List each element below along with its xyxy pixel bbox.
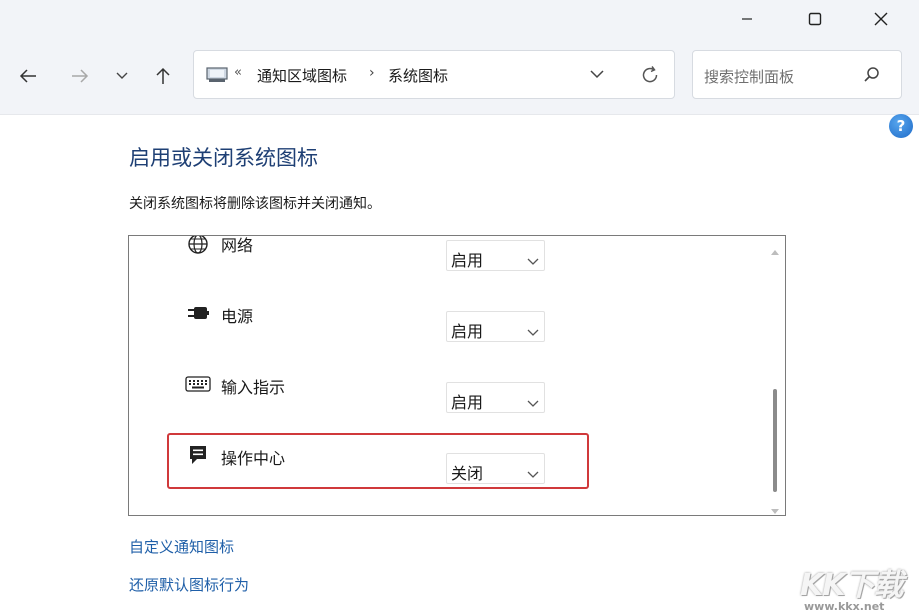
search-box[interactable]: 搜索控制面板 [692, 50, 902, 99]
chevron-down-icon [527, 393, 539, 412]
arrow-right-icon [72, 69, 89, 83]
breadcrumb-separator[interactable]: › [369, 65, 375, 81]
maximize-icon [808, 12, 822, 26]
search-placeholder: 搜索控制面板 [704, 68, 795, 86]
maximize-button[interactable] [792, 0, 838, 38]
computer-icon [206, 66, 228, 88]
arrow-up-icon [156, 67, 170, 84]
list-item-label: 输入指示 [221, 378, 286, 397]
search-icon[interactable] [863, 66, 881, 88]
select-value: 关闭 [451, 464, 484, 483]
recent-locations-button[interactable] [104, 60, 140, 92]
keyboard-icon [185, 373, 211, 395]
list-item-label: 电源 [221, 307, 254, 326]
chevron-down-icon [527, 322, 539, 341]
breadcrumb-system-icons[interactable]: 系统图标 [388, 65, 448, 86]
forward-button[interactable] [62, 60, 98, 92]
list-item-label: 网络 [221, 236, 254, 255]
watermark-logo: KK下载 [800, 568, 903, 603]
help-button[interactable]: ? [889, 114, 913, 138]
globe-icon [185, 236, 211, 255]
action-center-icon [185, 444, 211, 466]
scroll-up-arrow-icon[interactable] [770, 241, 780, 260]
input-indicator-status-select[interactable]: 启用 [446, 382, 545, 413]
power-plug-icon [185, 302, 211, 324]
chevron-down-icon [527, 464, 539, 483]
chevron-down-icon [527, 251, 539, 270]
select-value: 启用 [451, 251, 484, 270]
refresh-button[interactable] [640, 65, 660, 89]
chevron-down-icon [116, 72, 128, 79]
breadcrumb-notification-area-icons[interactable]: 通知区域图标 [257, 65, 347, 86]
title-bar [0, 0, 919, 38]
close-icon [874, 12, 888, 26]
select-value: 启用 [451, 393, 484, 412]
list-item-label: 操作中心 [221, 449, 286, 468]
vertical-scrollbar[interactable] [765, 236, 785, 515]
power-status-select[interactable]: 启用 [446, 311, 545, 342]
network-status-select[interactable]: 启用 [446, 240, 545, 271]
navigation-bar: « 通知区域图标 › 系统图标 搜索控制面板 [0, 38, 919, 115]
up-button[interactable] [145, 60, 181, 92]
watermark: KK下载 www.kkx.net [800, 558, 918, 616]
watermark-url: www.kkx.net [804, 600, 885, 613]
back-button[interactable] [10, 60, 46, 92]
minimize-button[interactable] [724, 0, 770, 38]
customize-notification-icons-link[interactable]: 自定义通知图标 [129, 536, 234, 557]
refresh-icon [642, 66, 658, 83]
minimize-icon [742, 18, 752, 20]
action-center-status-select[interactable]: 关闭 [446, 453, 545, 484]
scroll-down-arrow-icon[interactable] [770, 501, 780, 515]
scrollbar-thumb[interactable] [773, 389, 777, 492]
select-value: 启用 [451, 322, 484, 341]
chevron-down-icon [590, 70, 604, 79]
close-button[interactable] [858, 0, 904, 38]
address-bar[interactable]: « 通知区域图标 › 系统图标 [193, 50, 675, 99]
address-dropdown-button[interactable] [589, 66, 605, 86]
breadcrumb-overflow[interactable]: « [234, 65, 242, 80]
page-title: 启用或关闭系统图标 [129, 146, 318, 170]
arrow-left-icon [19, 69, 36, 83]
page-description: 关闭系统图标将删除该图标并关闭通知。 [129, 196, 381, 212]
system-icons-list[interactable]: 网络 启用 电源 启用 输入指示 启用 操作中心 关闭 [128, 235, 786, 516]
restore-default-icon-behaviors-link[interactable]: 还原默认图标行为 [129, 574, 249, 595]
